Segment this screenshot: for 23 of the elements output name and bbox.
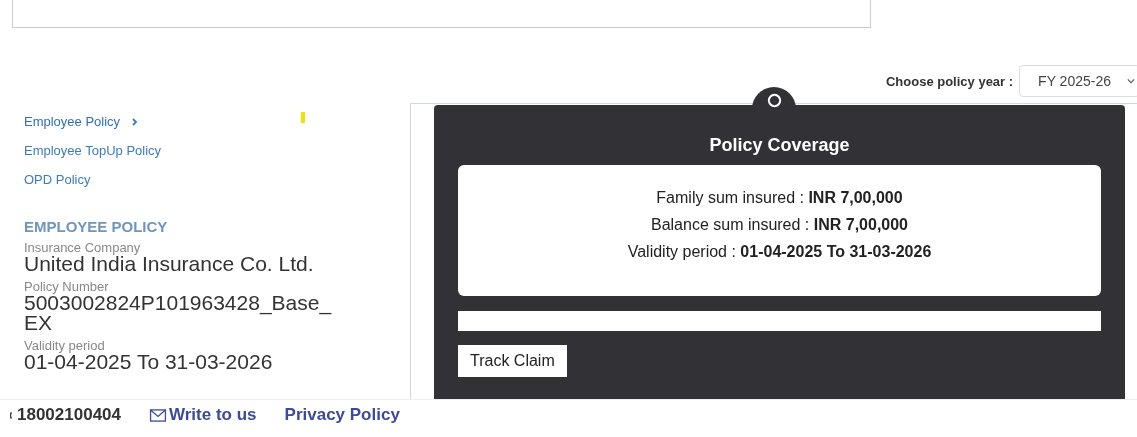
policy-year-select[interactable]: FY 2025-26 <box>1019 65 1137 97</box>
sidebar-item[interactable]: Employee Policy <box>24 114 121 129</box>
chevron-icon <box>132 117 139 126</box>
coverage-line: Balance sum insured : INR 7,00,000 <box>651 216 908 234</box>
write-to-us-link[interactable]: Write to us <box>149 405 257 425</box>
sidebar-item[interactable]: Employee TopUp Policy <box>24 143 162 158</box>
policy-year-label: Choose policy year : <box>885 73 1014 89</box>
sidebar-item[interactable]: OPD Policy <box>24 172 91 187</box>
card-title: Policy Coverage <box>708 135 851 156</box>
phone-number[interactable]: 18002100404 <box>10 405 121 425</box>
field-label: Policy Number <box>24 280 110 293</box>
field-label: Insurance Company <box>24 241 142 254</box>
privacy-policy-link[interactable]: Privacy Policy <box>284 405 400 425</box>
field-value: United India Insurance Co. Ltd. <box>24 254 315 274</box>
highlight-mark <box>301 112 306 123</box>
coverage-line: Validity period : 01-04-2025 To 31-03-2026 <box>627 243 932 261</box>
envelope-icon <box>149 408 167 422</box>
dropdown-caret-icon <box>1127 78 1135 84</box>
track-claim-button[interactable]: Track Claim <box>458 345 567 377</box>
field-label: Validity period <box>24 339 106 352</box>
coverage-line: Family sum insured : INR 7,00,000 <box>656 189 903 207</box>
section-heading: EMPLOYEE POLICY <box>24 218 169 235</box>
field-value: 01-04-2025 To 31-03-2026 <box>24 352 274 372</box>
